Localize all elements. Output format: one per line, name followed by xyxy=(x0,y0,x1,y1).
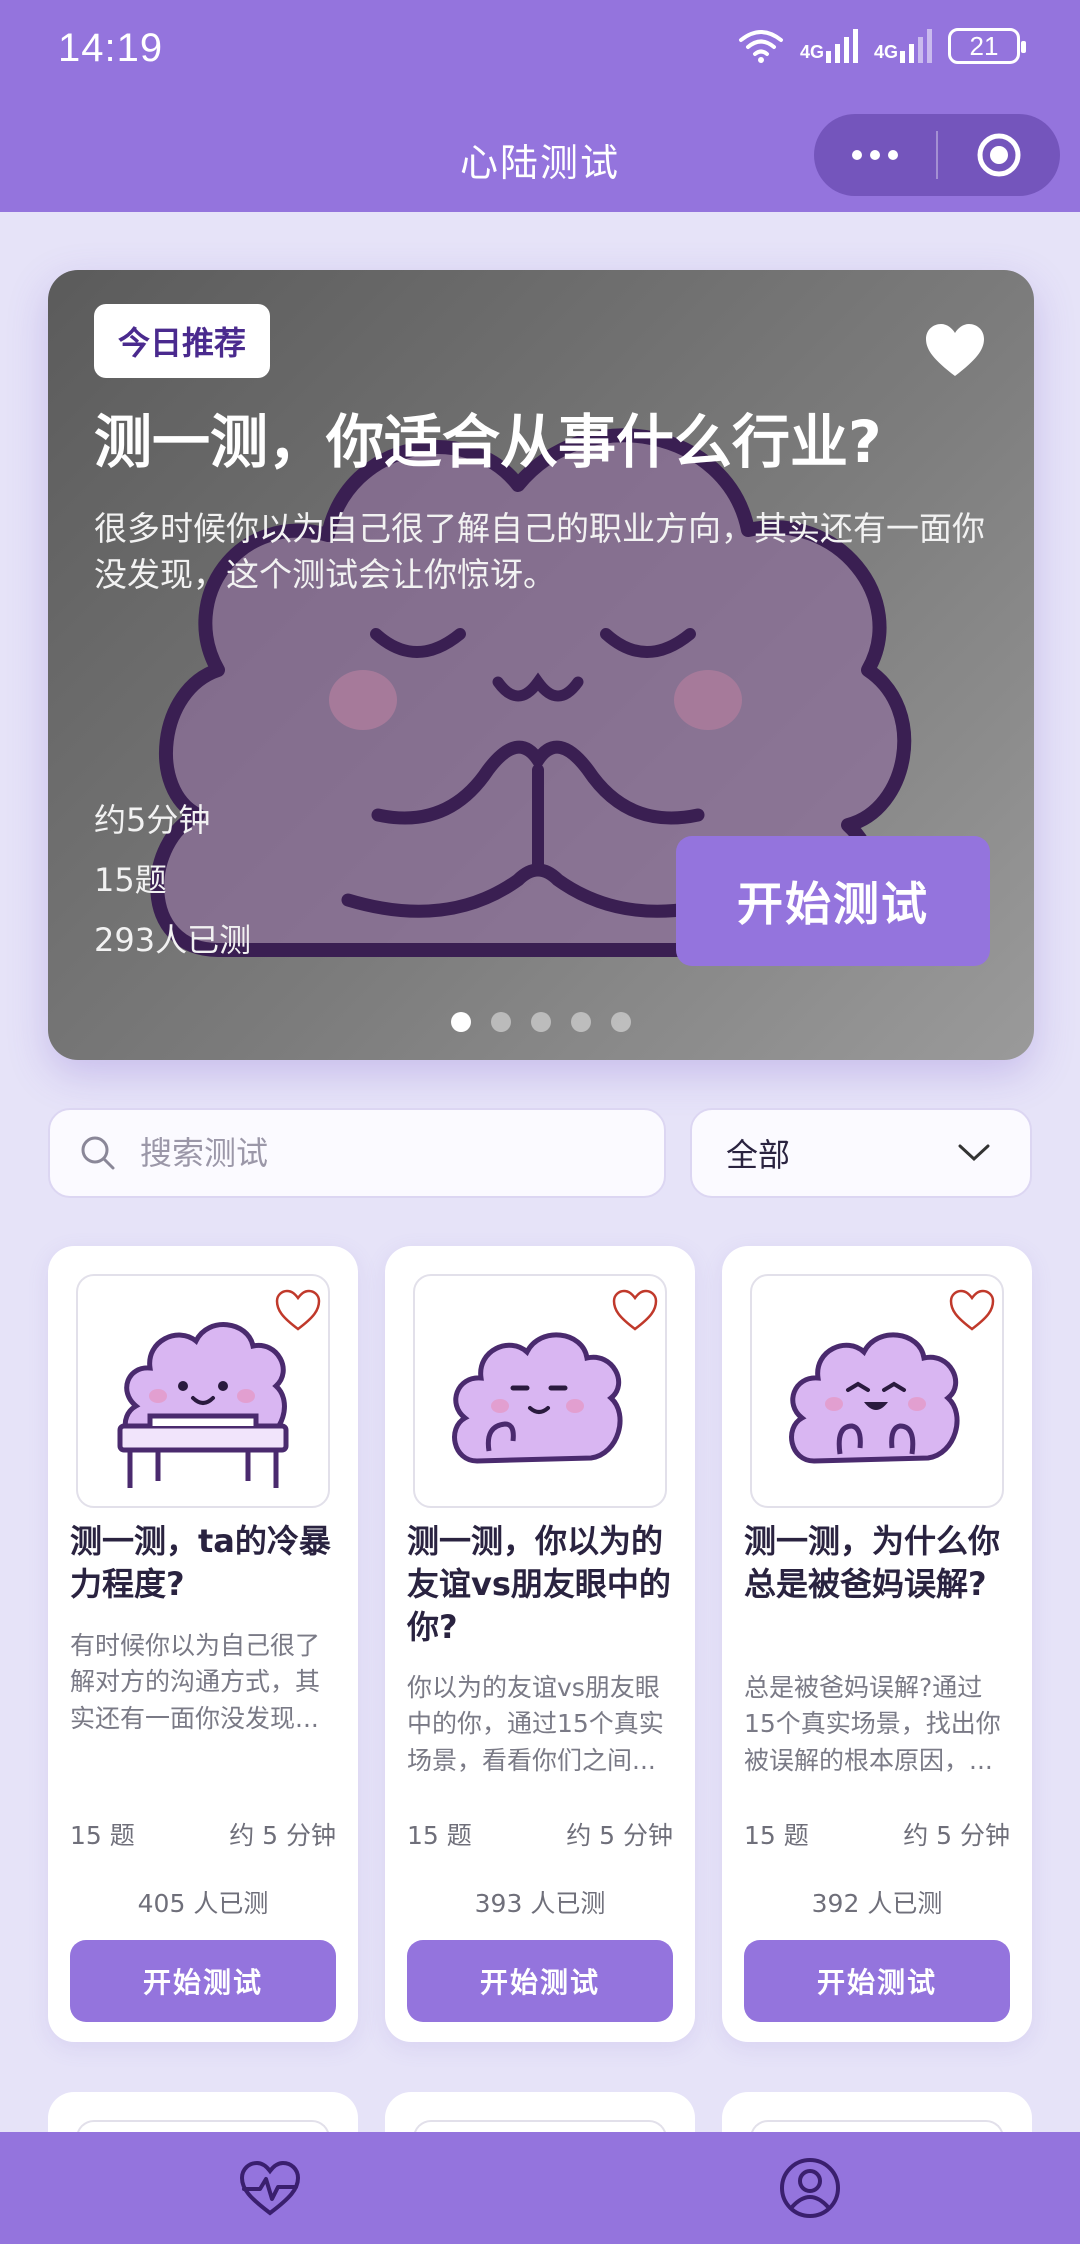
test-thumbnail xyxy=(413,1274,667,1508)
test-participants: 392 人已测 xyxy=(811,1889,943,1918)
test-duration: 约 5 分钟 xyxy=(566,1821,673,1850)
today-recommend-badge: 今日推荐 xyxy=(94,304,271,378)
signal-icon: 4G xyxy=(874,29,932,63)
test-title: 测一测，ta的冷暴力程度? xyxy=(70,1522,331,1603)
search-input[interactable] xyxy=(140,1134,620,1172)
user-profile-icon xyxy=(780,2158,840,2218)
test-participants: 393 人已测 xyxy=(474,1889,606,1918)
battery-level: 21 xyxy=(969,30,999,61)
start-test-button[interactable]: 开始测试 xyxy=(407,1940,673,2022)
featured-description: 很多时候你以为自己很了解自己的职业方向，其实还有一面你没发现，这个测试会让你惊讶… xyxy=(94,509,985,595)
favorite-heart-outline-icon[interactable] xyxy=(948,1288,996,1332)
carousel-dot[interactable] xyxy=(491,1012,511,1032)
carousel-dot[interactable] xyxy=(531,1012,551,1032)
wifi-icon xyxy=(738,30,783,63)
featured-participants: 293人已测 xyxy=(94,921,252,959)
start-test-button[interactable]: 开始测试 xyxy=(70,1940,336,2022)
test-card[interactable]: 测一测，你以为的友谊vs朋友眼中的你? 你以为的友谊vs朋友眼中的你，通过15个… xyxy=(385,1246,695,2042)
test-thumbnail xyxy=(76,1274,330,1508)
test-card[interactable]: 测一测，为什么你总是被爸妈误解? 总是被爸妈误解?通过15个真实场景，找出你被误… xyxy=(722,1246,1032,2042)
mini-program-capsule xyxy=(814,114,1060,196)
test-title: 测一测，为什么你总是被爸妈误解? xyxy=(744,1522,1001,1603)
more-dots-icon[interactable] xyxy=(814,150,936,160)
heart-pulse-icon xyxy=(239,2160,301,2216)
test-description: 你以为的友谊vs朋友眼中的你，通过15个真实场景，看看你们之间... xyxy=(407,1673,664,1775)
test-meta: 15 题 约 5 分钟 xyxy=(70,1816,336,1852)
featured-questions: 15题 xyxy=(94,861,167,899)
test-title: 测一测，你以为的友谊vs朋友眼中的你? xyxy=(407,1522,671,1646)
test-duration: 约 5 分钟 xyxy=(903,1821,1010,1850)
test-meta: 15 题 约 5 分钟 xyxy=(407,1816,673,1852)
test-description: 有时候你以为自己很了解对方的沟通方式，其实还有一面你没发现... xyxy=(70,1631,321,1733)
status-time: 14:19 xyxy=(58,26,164,70)
test-card[interactable]: 测一测，ta的冷暴力程度? 有时候你以为自己很了解对方的沟通方式，其实还有一面你… xyxy=(48,1246,358,2042)
search-icon xyxy=(81,1136,115,1170)
test-question-count: 15 题 xyxy=(70,1821,135,1850)
featured-test-card[interactable]: 今日推荐 测一测，你适合从事什么行业? 很多时候你以为自己很了解自己的职业方向，… xyxy=(48,270,1034,1060)
top-bar: 14:19 4G 4G 21 心陆测试 xyxy=(0,0,1080,212)
favorite-heart-icon[interactable] xyxy=(924,322,986,378)
test-description: 总是被爸妈误解?通过15个真实场景，找出你被误解的根本原因，... xyxy=(744,1673,1001,1775)
featured-start-button[interactable]: 开始测试 xyxy=(676,836,990,966)
carousel-dot[interactable] xyxy=(571,1012,591,1032)
test-thumbnail xyxy=(750,1274,1004,1508)
carousel-dot[interactable] xyxy=(611,1012,631,1032)
network-label: 4G xyxy=(799,42,824,62)
test-participants: 405 人已测 xyxy=(137,1889,269,1918)
tab-profile[interactable] xyxy=(540,2132,1080,2244)
featured-title: 测一测，你适合从事什么行业? xyxy=(94,408,882,476)
start-test-button[interactable]: 开始测试 xyxy=(744,1940,1010,2022)
test-duration: 约 5 分钟 xyxy=(229,1821,336,1850)
category-filter-select[interactable]: 全部 xyxy=(690,1108,1032,1198)
carousel-dot[interactable] xyxy=(451,1012,471,1032)
signal-icon: 4G xyxy=(800,29,858,63)
bottom-tab-bar xyxy=(0,2132,1080,2244)
network-label: 4G xyxy=(873,42,898,62)
target-circle-icon[interactable] xyxy=(938,132,1060,178)
filter-selected-value: 全部 xyxy=(726,1136,791,1174)
favorite-heart-outline-icon[interactable] xyxy=(274,1288,322,1332)
status-icons: 4G 4G 21 xyxy=(738,28,1026,64)
search-box[interactable] xyxy=(48,1108,666,1198)
favorite-heart-outline-icon[interactable] xyxy=(611,1288,659,1332)
test-meta: 15 题 约 5 分钟 xyxy=(744,1816,1010,1852)
battery-icon: 21 xyxy=(948,28,1026,64)
featured-duration: 约5分钟 xyxy=(94,801,211,839)
tab-tests[interactable] xyxy=(0,2132,540,2244)
test-question-count: 15 题 xyxy=(407,1821,472,1850)
chevron-down-icon xyxy=(958,1144,990,1162)
featured-meta: 约5分钟 15题 293人已测 xyxy=(94,790,251,970)
test-question-count: 15 题 xyxy=(744,1821,809,1850)
carousel-dots xyxy=(48,1012,1034,1032)
